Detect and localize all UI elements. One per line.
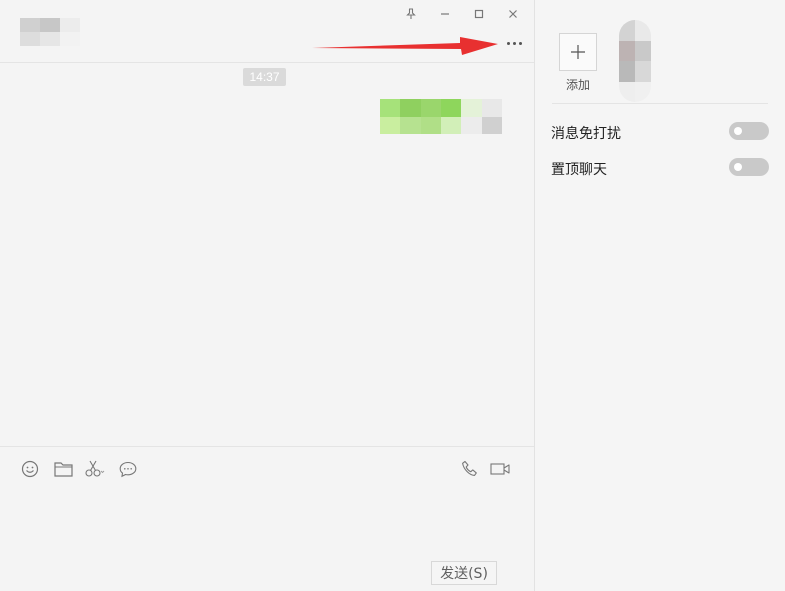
member-avatar-blurred[interactable] <box>619 20 651 102</box>
mute-notifications-toggle[interactable] <box>729 122 769 140</box>
scissors-icon[interactable] <box>85 459 105 479</box>
add-member-label: 添加 <box>565 78 590 92</box>
pin-icon[interactable] <box>400 5 422 23</box>
input-toolbar <box>0 446 534 491</box>
divider <box>552 103 768 104</box>
chat-header <box>0 0 534 63</box>
message-list[interactable]: 14:37 <box>0 63 534 446</box>
chat-panel: 14:37 发送(S) <box>0 0 535 591</box>
send-button[interactable]: 发送(S) <box>431 561 497 585</box>
window-controls <box>400 5 524 23</box>
pin-chat-label: 置顶聊天 <box>551 162 607 178</box>
chat-title-blurred <box>20 18 80 46</box>
setting-row-pin: 置顶聊天 <box>551 157 769 179</box>
emoji-icon[interactable] <box>20 459 40 479</box>
message-timestamp: 14:37 <box>243 68 286 86</box>
setting-row-mute: 消息免打扰 <box>551 121 769 143</box>
more-options-button[interactable] <box>502 34 526 52</box>
video-icon[interactable] <box>489 459 511 479</box>
chat-info-panel: 添加 消息免打扰 置顶聊天 <box>535 0 785 591</box>
pin-chat-toggle[interactable] <box>729 158 769 176</box>
add-member-button[interactable]: 添加 <box>559 33 597 93</box>
plus-icon <box>559 33 597 71</box>
outgoing-message-bubble-pixelated[interactable] <box>380 99 502 134</box>
annotation-arrow <box>312 37 498 55</box>
mute-notifications-label: 消息免打扰 <box>551 126 621 142</box>
close-icon[interactable] <box>502 5 524 23</box>
chat-bubble-icon[interactable] <box>118 459 138 479</box>
folder-icon[interactable] <box>53 459 73 479</box>
ellipsis-icon <box>506 41 510 45</box>
phone-icon[interactable] <box>460 459 480 479</box>
maximize-icon[interactable] <box>468 5 490 23</box>
minimize-icon[interactable] <box>434 5 456 23</box>
